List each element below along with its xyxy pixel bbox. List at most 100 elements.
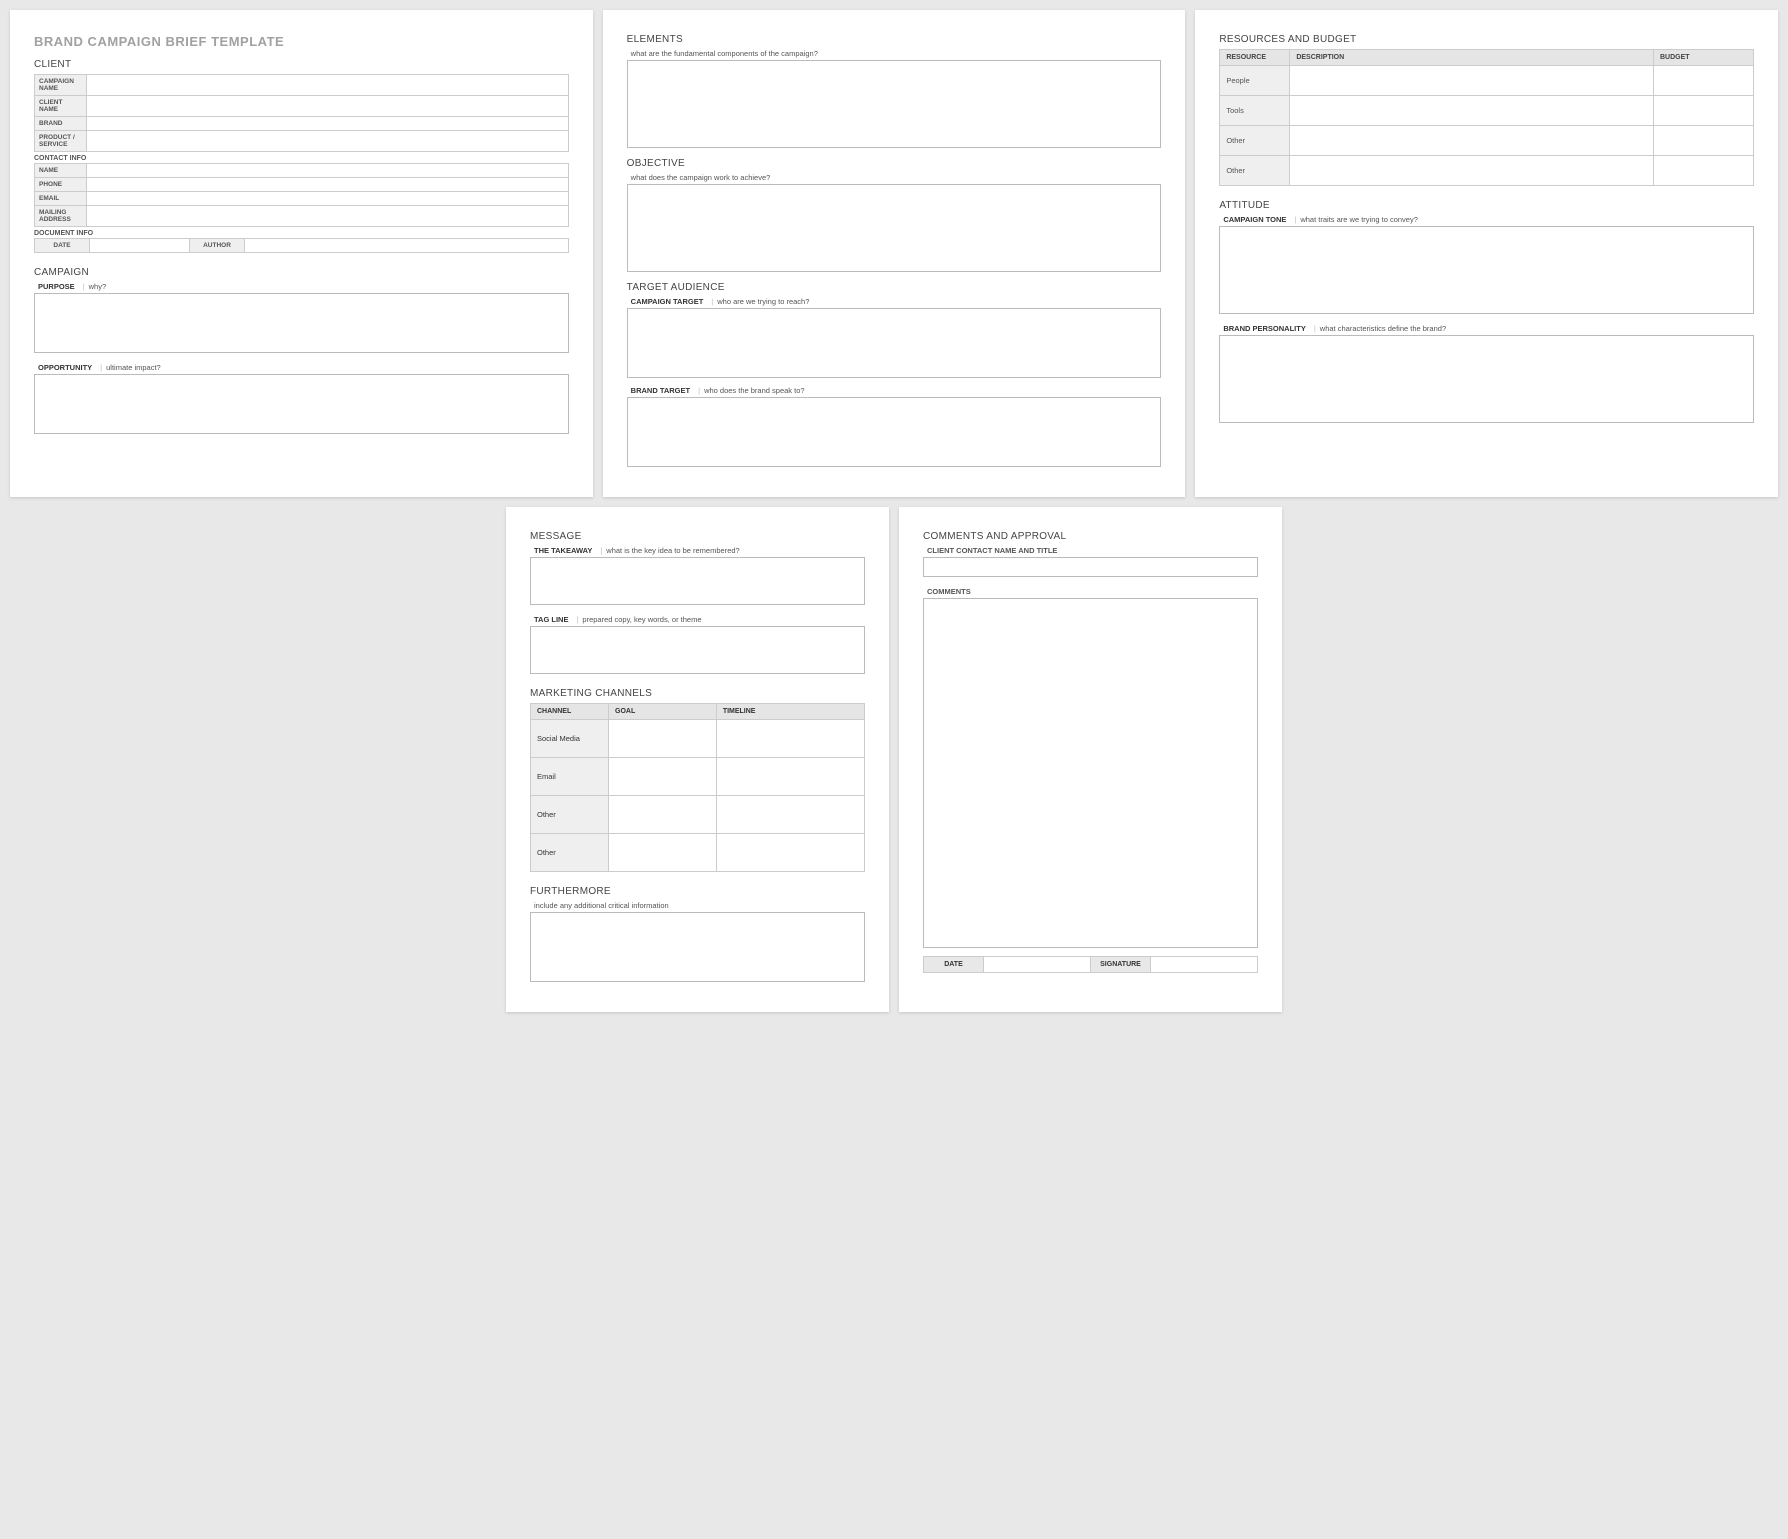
- objective-header: OBJECTIVE: [627, 158, 1162, 169]
- furthermore-textarea[interactable]: [530, 912, 865, 982]
- client-campaign-name-input[interactable]: [87, 75, 569, 96]
- mc-row-2: Other: [531, 796, 609, 834]
- contact-table: NAME PHONE EMAIL MAILING ADDRESS: [34, 163, 569, 227]
- doc-info-header: DOCUMENT INFO: [34, 230, 569, 237]
- contact-email-input[interactable]: [87, 192, 569, 206]
- contact-mailing-label: MAILING ADDRESS: [35, 206, 87, 227]
- res-col-resource: RESOURCE: [1220, 50, 1290, 66]
- attitude-header: ATTITUDE: [1219, 200, 1754, 211]
- client-contact-label: CLIENT CONTACT NAME AND TITLE: [923, 546, 1258, 555]
- brand-target-prompt: BRAND TARGET|who does the brand speak to…: [627, 386, 1162, 395]
- client-brand-input[interactable]: [87, 117, 569, 131]
- objective-textarea[interactable]: [627, 184, 1162, 272]
- client-product-input[interactable]: [87, 131, 569, 152]
- doc-author-label: AUTHOR: [190, 239, 245, 253]
- mc-timeline-0[interactable]: [716, 720, 864, 758]
- res-desc-0[interactable]: [1290, 66, 1654, 96]
- elements-header: ELEMENTS: [627, 34, 1162, 45]
- page-1: BRAND CAMPAIGN BRIEF TEMPLATE CLIENT CAM…: [10, 10, 593, 497]
- client-name-input[interactable]: [87, 96, 569, 117]
- furthermore-hint: include any additional critical informat…: [530, 901, 865, 910]
- page-2: ELEMENTS what are the fundamental compon…: [603, 10, 1186, 497]
- doc-info-table: DATE AUTHOR: [34, 238, 569, 253]
- client-table: CAMPAIGN NAME CLIENT NAME BRAND PRODUCT …: [34, 74, 569, 152]
- sig-date-input[interactable]: [984, 957, 1091, 973]
- target-audience-header: TARGET AUDIENCE: [627, 282, 1162, 293]
- client-product-label: PRODUCT / SERVICE: [35, 131, 87, 152]
- brand-personality-prompt: BRAND PERSONALITY|what characteristics d…: [1219, 324, 1754, 333]
- mc-row-0: Social Media: [531, 720, 609, 758]
- res-col-description: DESCRIPTION: [1290, 50, 1654, 66]
- takeaway-prompt: THE TAKEAWAY|what is the key idea to be …: [530, 546, 865, 555]
- client-brand-label: BRAND: [35, 117, 87, 131]
- sig-signature-label: SIGNATURE: [1091, 957, 1151, 973]
- page-3: RESOURCES AND BUDGET RESOURCE DESCRIPTIO…: [1195, 10, 1778, 497]
- contact-phone-input[interactable]: [87, 178, 569, 192]
- elements-textarea[interactable]: [627, 60, 1162, 148]
- client-campaign-name-label: CAMPAIGN NAME: [35, 75, 87, 96]
- opportunity-prompt: OPPORTUNITY|ultimate impact?: [34, 363, 569, 372]
- message-header: MESSAGE: [530, 531, 865, 542]
- mc-timeline-1[interactable]: [716, 758, 864, 796]
- resources-table: RESOURCE DESCRIPTION BUDGET People Tools…: [1219, 49, 1754, 186]
- campaign-tone-prompt: CAMPAIGN TONE|what traits are we trying …: [1219, 215, 1754, 224]
- contact-mailing-input[interactable]: [87, 206, 569, 227]
- contact-name-input[interactable]: [87, 164, 569, 178]
- campaign-target-textarea[interactable]: [627, 308, 1162, 378]
- res-desc-2[interactable]: [1290, 126, 1654, 156]
- doc-author-input[interactable]: [245, 239, 569, 253]
- page-5: COMMENTS AND APPROVAL CLIENT CONTACT NAM…: [899, 507, 1282, 1012]
- campaign-target-prompt: CAMPAIGN TARGET|who are we trying to rea…: [627, 297, 1162, 306]
- res-row-3: Other: [1220, 156, 1290, 186]
- res-desc-1[interactable]: [1290, 96, 1654, 126]
- contact-email-label: EMAIL: [35, 192, 87, 206]
- campaign-tone-textarea[interactable]: [1219, 226, 1754, 314]
- doc-date-label: DATE: [35, 239, 90, 253]
- mc-goal-0[interactable]: [609, 720, 717, 758]
- mc-timeline-2[interactable]: [716, 796, 864, 834]
- mc-col-goal: GOAL: [609, 704, 717, 720]
- mc-goal-2[interactable]: [609, 796, 717, 834]
- mc-row-3: Other: [531, 834, 609, 872]
- res-row-2: Other: [1220, 126, 1290, 156]
- mc-goal-1[interactable]: [609, 758, 717, 796]
- tagline-textarea[interactable]: [530, 626, 865, 674]
- purpose-textarea[interactable]: [34, 293, 569, 353]
- res-col-budget: BUDGET: [1654, 50, 1754, 66]
- comments-label: COMMENTS: [923, 587, 1258, 596]
- mc-row-1: Email: [531, 758, 609, 796]
- opportunity-textarea[interactable]: [34, 374, 569, 434]
- marketing-channels-header: MARKETING CHANNELS: [530, 688, 865, 699]
- takeaway-textarea[interactable]: [530, 557, 865, 605]
- page-4: MESSAGE THE TAKEAWAY|what is the key ide…: [506, 507, 889, 1012]
- campaign-header: CAMPAIGN: [34, 267, 569, 278]
- elements-hint: what are the fundamental components of t…: [627, 49, 1162, 58]
- res-desc-3[interactable]: [1290, 156, 1654, 186]
- mc-goal-3[interactable]: [609, 834, 717, 872]
- res-budget-3[interactable]: [1654, 156, 1754, 186]
- res-budget-2[interactable]: [1654, 126, 1754, 156]
- contact-phone-label: PHONE: [35, 178, 87, 192]
- marketing-channels-table: CHANNEL GOAL TIMELINE Social Media Email…: [530, 703, 865, 872]
- brand-personality-textarea[interactable]: [1219, 335, 1754, 423]
- sig-date-label: DATE: [924, 957, 984, 973]
- res-row-1: Tools: [1220, 96, 1290, 126]
- client-contact-input[interactable]: [923, 557, 1258, 577]
- signature-table: DATE SIGNATURE: [923, 956, 1258, 973]
- objective-hint: what does the campaign work to achieve?: [627, 173, 1162, 182]
- mc-col-timeline: TIMELINE: [716, 704, 864, 720]
- resources-header: RESOURCES AND BUDGET: [1219, 34, 1754, 45]
- purpose-prompt: PURPOSE|why?: [34, 282, 569, 291]
- contact-name-label: NAME: [35, 164, 87, 178]
- doc-date-input[interactable]: [90, 239, 190, 253]
- sig-signature-input[interactable]: [1151, 957, 1258, 973]
- brand-target-textarea[interactable]: [627, 397, 1162, 467]
- res-budget-0[interactable]: [1654, 66, 1754, 96]
- comments-textarea[interactable]: [923, 598, 1258, 948]
- contact-info-header: CONTACT INFO: [34, 155, 569, 162]
- res-row-0: People: [1220, 66, 1290, 96]
- document-title: BRAND CAMPAIGN BRIEF TEMPLATE: [34, 34, 569, 49]
- mc-timeline-3[interactable]: [716, 834, 864, 872]
- mc-col-channel: CHANNEL: [531, 704, 609, 720]
- res-budget-1[interactable]: [1654, 96, 1754, 126]
